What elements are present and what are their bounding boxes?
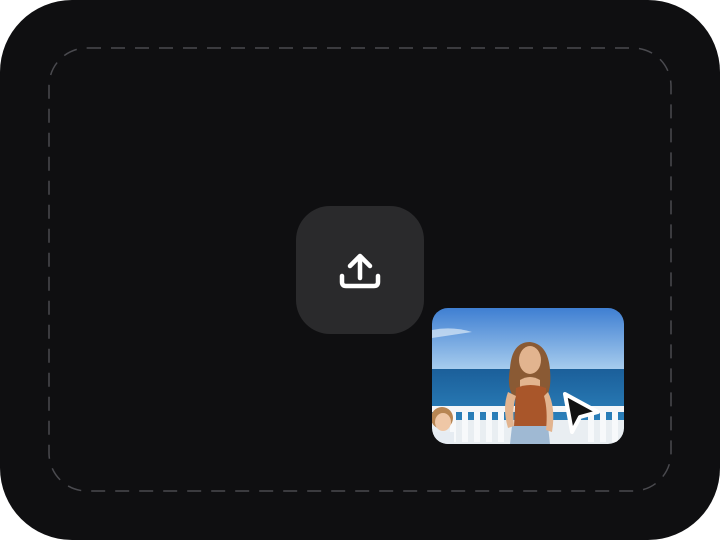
upload-button[interactable] <box>296 206 424 334</box>
pointer-cursor <box>556 388 604 436</box>
upload-tray-icon <box>339 253 381 289</box>
pointer-cursor-icon <box>563 392 600 434</box>
upload-card <box>0 0 720 540</box>
